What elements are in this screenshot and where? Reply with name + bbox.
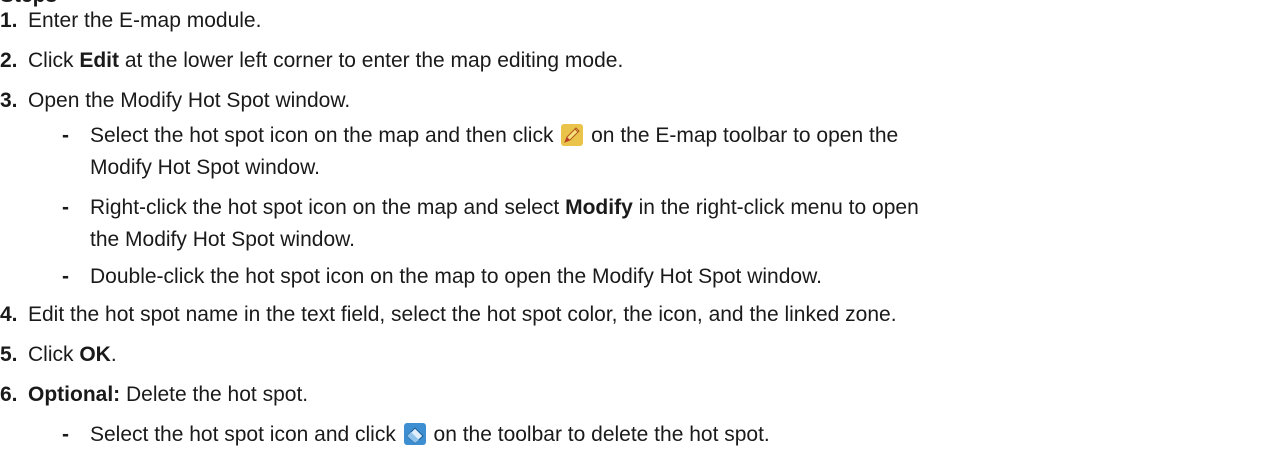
step-number: 5. bbox=[0, 343, 18, 366]
substep-text: Double-click the hot spot icon on the ma… bbox=[90, 265, 822, 288]
bullet: - bbox=[62, 265, 69, 288]
substep-3b-cont: the Modify Hot Spot window. bbox=[90, 228, 355, 251]
step-number: 6. bbox=[0, 383, 18, 406]
substep-text: Right-click the hot spot icon on the map… bbox=[90, 196, 919, 219]
bullet: - bbox=[62, 124, 69, 147]
step-number: 1. bbox=[0, 9, 18, 32]
substep-text: Select the hot spot icon on the map and … bbox=[90, 124, 899, 147]
edit-label: Edit bbox=[79, 49, 120, 72]
step-text: Click OK. bbox=[28, 343, 117, 366]
step-text: Enter the E-map module. bbox=[28, 9, 262, 32]
substep-text: Select the hot spot icon and click on th… bbox=[90, 423, 770, 446]
bullet: - bbox=[62, 423, 69, 446]
edit-pencil-icon bbox=[561, 124, 584, 146]
step-number: 2. bbox=[0, 49, 18, 72]
step-number: 4. bbox=[0, 303, 18, 326]
step-text: Click Edit at the lower left corner to e… bbox=[28, 49, 624, 72]
step-text: Optional: Delete the hot spot. bbox=[28, 383, 309, 406]
step-text: Open the Modify Hot Spot window. bbox=[28, 89, 351, 112]
step-number: 3. bbox=[0, 89, 18, 112]
step-text: Edit the hot spot name in the text field… bbox=[28, 303, 897, 326]
bullet: - bbox=[62, 196, 69, 219]
eraser-delete-icon bbox=[403, 423, 426, 445]
optional-label: Optional: bbox=[28, 383, 121, 406]
ok-label: OK bbox=[79, 343, 111, 366]
modify-label: Modify bbox=[565, 196, 633, 219]
substep-3a-cont: Modify Hot Spot window. bbox=[90, 156, 320, 179]
